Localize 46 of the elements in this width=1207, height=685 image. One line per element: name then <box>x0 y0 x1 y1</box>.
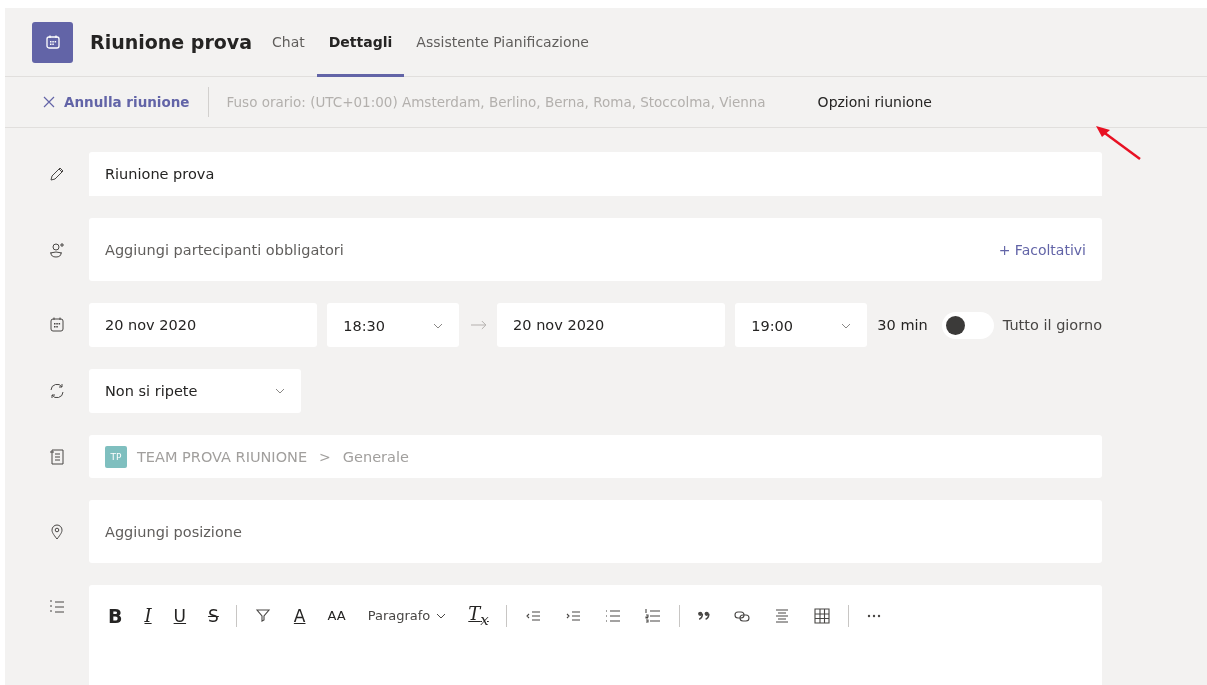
underline-button[interactable]: U <box>168 603 192 628</box>
repeat-dropdown[interactable]: Non si ripete <box>89 369 301 413</box>
all-day-label: Tutto il giorno <box>1002 317 1102 333</box>
meeting-title: Riunione prova <box>90 31 253 53</box>
repeat-icon <box>47 381 67 401</box>
chevron-down-icon <box>275 388 285 394</box>
clear-format-button[interactable]: T$_{x}$ <box>463 601 494 631</box>
tab[interactable]: Chat <box>260 7 317 77</box>
location-field[interactable]: Aggiungi posizione <box>89 500 1102 563</box>
paragraph-dropdown[interactable]: Paragrafo <box>362 606 452 626</box>
team-name: TEAM PROVA RIUNIONE <box>137 448 308 465</box>
right-arrow-icon <box>470 320 489 330</box>
channel-name: Generale <box>342 448 409 465</box>
end-date-field[interactable]: 20 nov 2020 <box>497 303 726 347</box>
numbers-icon <box>643 606 662 625</box>
font-size-button[interactable]: AA <box>322 606 351 626</box>
duration-text: 30 min <box>877 317 928 333</box>
end-time-dropdown[interactable]: 19:00 <box>735 303 868 347</box>
cancel-meeting-button[interactable]: Annulla riunione <box>43 94 190 110</box>
calendar-icon <box>47 315 67 335</box>
chevron-down-icon <box>433 323 444 329</box>
meeting-options-link[interactable]: Opzioni riunione <box>817 94 932 110</box>
all-day-toggle[interactable] <box>941 311 994 339</box>
timezone-text: Fuso orario: (UTC+01:00) Amsterdam, Berlino, Berna, Roma, Stoccolma, Vienna <box>226 94 766 110</box>
channel-icon <box>47 446 67 467</box>
tab[interactable]: Dettagli <box>316 7 405 77</box>
calendar-icon <box>32 21 73 63</box>
table-icon <box>812 606 831 625</box>
chevron-down-icon <box>841 323 852 329</box>
strikethrough-button[interactable]: S <box>203 603 224 628</box>
team-avatar: TP <box>105 445 127 468</box>
optional-attendees-link[interactable]: + Facoltativi <box>998 241 1086 258</box>
breadcrumb-separator: > <box>319 448 331 465</box>
bold-button[interactable]: B <box>103 602 128 629</box>
attendees-input[interactable]: Aggiungi partecipanti obbligatori <box>105 241 999 258</box>
start-date-field[interactable]: 20 nov 2020 <box>89 303 318 347</box>
start-time-dropdown[interactable]: 18:30 <box>327 303 460 347</box>
close-icon <box>43 96 55 108</box>
tab[interactable]: Assistente Pianificazione <box>404 7 601 77</box>
font-color-button[interactable]: A <box>288 603 311 628</box>
highlight-icon <box>253 606 272 625</box>
quote-icon <box>696 610 711 621</box>
more-icon <box>865 612 882 619</box>
title-field[interactable]: Riunione prova <box>89 152 1102 196</box>
italic-button[interactable]: I <box>139 603 157 629</box>
chevron-down-icon <box>436 612 447 619</box>
